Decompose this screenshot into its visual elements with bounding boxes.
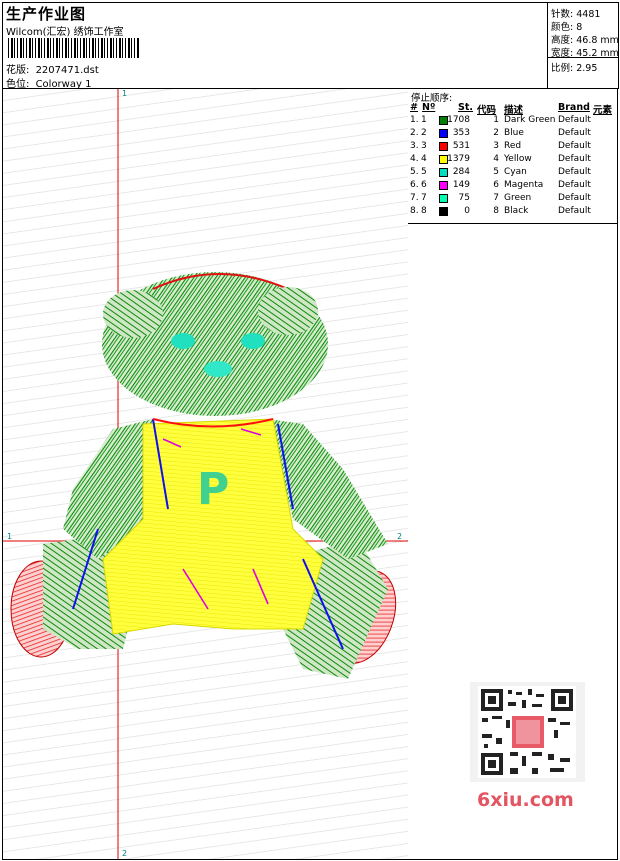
col-header-brand: Brand [558, 102, 590, 113]
cell-no: 1 [421, 115, 427, 125]
cell-code: 4 [493, 154, 499, 164]
cell-desc: Green [504, 193, 532, 203]
cell-st: 284 [452, 167, 470, 177]
cell-st: 1708 [447, 115, 470, 125]
color-swatch [439, 194, 448, 203]
design-scale: 比例: 2.95 [551, 63, 598, 74]
cell-brand: Default [558, 206, 591, 216]
cell-code: 8 [493, 206, 499, 216]
cell-hash: 4. [410, 154, 419, 164]
shirt-letter: P [197, 464, 229, 515]
cell-hash: 8. [410, 206, 419, 216]
axis-label-h-right: 2 [397, 532, 402, 541]
design-height: 高度: 46.8 mm [551, 35, 619, 46]
col-header-desc: 描述 [504, 105, 524, 116]
color-swatch [439, 142, 448, 151]
design-preview: P 1 2 1 2 [2, 88, 410, 860]
cell-st: 0 [464, 206, 470, 216]
cell-code: 2 [493, 128, 499, 138]
cell-brand: Default [558, 115, 591, 125]
cell-st: 75 [458, 193, 470, 203]
color-count: 颜色: 8 [551, 22, 583, 33]
col-header-st: St. [458, 102, 473, 113]
cell-hash: 6. [410, 180, 419, 190]
table-row: 8. 8 0 8 Black Default [408, 206, 617, 219]
cell-desc: Magenta [504, 180, 544, 190]
color-swatch [439, 168, 448, 177]
cell-st: 353 [452, 128, 470, 138]
cell-hash: 3. [410, 141, 419, 151]
qr-code-icon [470, 682, 585, 782]
cell-code: 1 [493, 115, 499, 125]
cell-no: 5 [421, 167, 427, 177]
cell-code: 7 [493, 193, 499, 203]
cell-desc: Dark Green [504, 115, 556, 125]
cell-brand: Default [558, 154, 591, 164]
cell-no: 7 [421, 193, 427, 203]
embroidery-bear-graphic: P 1 2 1 2 [3, 89, 409, 859]
axis-label-v-bottom: 2 [122, 849, 127, 858]
table-row: 4. 4 1379 4 Yellow Default [408, 154, 617, 167]
cell-brand: Default [558, 167, 591, 177]
cell-brand: Default [558, 141, 591, 151]
stitch-count: 针数: 4481 [551, 9, 601, 20]
axis-label-v-top: 1 [122, 89, 127, 98]
design-file-line: 花版: 2207471.dst [6, 61, 99, 76]
cell-st: 1379 [447, 154, 470, 164]
cell-desc: Black [504, 206, 529, 216]
cell-st: 149 [452, 180, 470, 190]
table-row: 2. 2 353 2 Blue Default [408, 128, 617, 141]
col-header-code: 代码 [477, 105, 497, 116]
table-row: 5. 5 284 5 Cyan Default [408, 167, 617, 180]
axis-label-h-left: 1 [7, 532, 12, 541]
col-header-element: 元素 [593, 105, 613, 116]
cell-brand: Default [558, 193, 591, 203]
watermark-text: 6xiu.com [477, 789, 574, 811]
col-header-hash: # [410, 102, 418, 113]
cell-st: 531 [452, 141, 470, 151]
table-row: 6. 6 149 6 Magenta Default [408, 180, 617, 193]
cell-desc: Cyan [504, 167, 527, 177]
cell-hash: 5. [410, 167, 419, 177]
cell-no: 8 [421, 206, 427, 216]
table-row: 1. 1 1708 1 Dark Green Default [408, 115, 617, 128]
cell-desc: Yellow [504, 154, 532, 164]
color-swatch [439, 129, 448, 138]
cell-hash: 7. [410, 193, 419, 203]
cell-desc: Blue [504, 128, 524, 138]
cell-code: 3 [493, 141, 499, 151]
table-row: 3. 3 531 3 Red Default [408, 141, 617, 154]
cell-brand: Default [558, 128, 591, 138]
barcode-icon [8, 38, 140, 58]
cell-code: 6 [493, 180, 499, 190]
cell-desc: Red [504, 141, 522, 151]
cell-hash: 2. [410, 128, 419, 138]
col-header-no: Nº [422, 102, 436, 113]
cell-hash: 1. [410, 115, 419, 125]
table-row: 7. 7 75 7 Green Default [408, 193, 617, 206]
color-swatch [439, 181, 448, 190]
document-title: 生产作业图 [6, 5, 87, 23]
company-name: Wilcom(汇宏) 绣饰工作室 [6, 27, 124, 38]
cell-no: 4 [421, 154, 427, 164]
cell-no: 6 [421, 180, 427, 190]
cell-no: 2 [421, 128, 427, 138]
cell-no: 3 [421, 141, 427, 151]
color-swatch [439, 207, 448, 216]
cell-code: 5 [493, 167, 499, 177]
stats-panel: 针数: 4481 颜色: 8 高度: 46.8 mm 宽度: 45.2 mm 比… [547, 2, 619, 89]
cell-brand: Default [558, 180, 591, 190]
